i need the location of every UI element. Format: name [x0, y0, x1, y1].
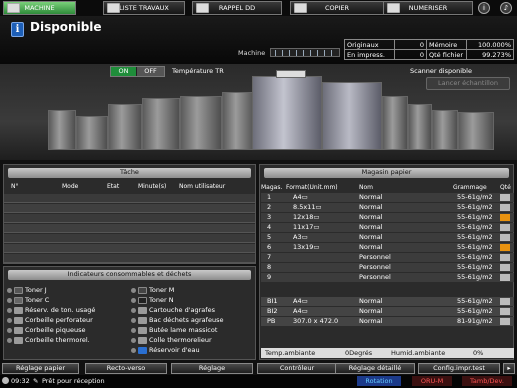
volume-icon[interactable]: ♪ — [500, 2, 512, 14]
job-row[interactable] — [4, 204, 255, 213]
consumable-item[interactable]: Toner M — [131, 286, 174, 295]
low-paper-icon — [500, 244, 510, 251]
consumable-item[interactable]: Réserv. de ton. usagé — [7, 306, 95, 315]
tab-machine[interactable]: MACHINE — [3, 1, 76, 15]
consumable-item[interactable]: Butée lame massicot — [131, 326, 217, 335]
ambient-info: Temp.ambiante 0Degrés Humid.ambiante 0% — [261, 348, 514, 358]
clock-icon — [2, 377, 9, 384]
low-paper-icon — [500, 214, 510, 221]
job-row[interactable] — [4, 194, 255, 203]
paper-level-icon — [500, 318, 510, 325]
tab-copy[interactable]: COPIER — [290, 1, 384, 15]
paper-tray-row[interactable]: 5 A3▭ Normal 55-61g/m2 — [261, 233, 514, 242]
paper-level-icon — [500, 264, 510, 271]
oru-indicator: ORU-M — [412, 376, 452, 386]
consumable-item[interactable]: Colle thermorelieur — [131, 336, 212, 345]
job-row[interactable] — [4, 254, 255, 263]
copy-icon — [294, 3, 307, 13]
paper-tray-row[interactable]: PB 307.0 x 472.0 Normal 81-91g/m2 — [261, 317, 514, 326]
duplex-button[interactable]: Recto-verso — [85, 363, 167, 374]
paper-level-icon — [500, 274, 510, 281]
consumables-panel-title: Indicateurs consommables et déchets — [8, 270, 251, 280]
next-arrow-icon[interactable]: ▸ — [503, 363, 515, 374]
paper-tray-row[interactable]: BI2 A4▭ Normal 55-61g/m2 — [261, 307, 514, 316]
job-row[interactable] — [4, 214, 255, 223]
machine-icon — [7, 3, 20, 13]
consumable-item[interactable]: Corbeille perforateur — [7, 316, 93, 325]
job-row[interactable] — [4, 234, 255, 243]
consumable-item[interactable]: Corbeille thermorel. — [7, 336, 90, 345]
page-title: Disponible — [30, 20, 102, 34]
temperature-label: Température TR — [172, 67, 224, 75]
paper-level-icon — [500, 298, 510, 305]
hdd-icon — [196, 3, 209, 13]
paper-level-icon — [500, 224, 510, 231]
info-icon: i — [11, 22, 24, 37]
consumable-item[interactable]: Toner N — [131, 296, 174, 305]
paper-tray-row[interactable]: 3 12x18▭ Normal 55-61g/m2 — [261, 213, 514, 222]
tamb-indicator: Tamb/Dev. — [462, 376, 512, 386]
paper-tray-row[interactable]: 7 Personnel 55-61g/m2 — [261, 253, 514, 262]
top-tab-bar: MACHINE LISTE TRAVAUX RAPPEL DD COPIER N… — [0, 0, 517, 16]
detailed-setting-button[interactable]: Réglage détaillé — [335, 363, 415, 374]
ready-icon: ✎ — [33, 377, 39, 385]
job-row[interactable] — [4, 224, 255, 233]
job-panel: Tâche N° Mode Etat Minute(s) Nom utilisa… — [3, 164, 256, 264]
paper-tray-row[interactable]: 8 Personnel 55-61g/m2 — [261, 263, 514, 272]
test-print-button[interactable]: Config.impr.test — [418, 363, 500, 374]
job-panel-title: Tâche — [8, 168, 251, 178]
tab-job-list[interactable]: LISTE TRAVAUX — [103, 1, 185, 15]
consumable-item[interactable]: Toner J — [7, 286, 47, 295]
paper-level-icon — [500, 254, 510, 261]
help-icon[interactable]: i — [478, 2, 490, 14]
consumable-item[interactable]: Cartouche d'agrafes — [131, 306, 215, 315]
status-bar: 09:32 ✎ Prêt pour réception Rotation ORU… — [0, 375, 517, 388]
scanner-status: Scanner disponible — [410, 67, 472, 75]
paper-level-icon — [500, 204, 510, 211]
paper-panel-title: Magasin papier — [264, 168, 509, 178]
consumable-item[interactable]: Corbeille piqueuse — [7, 326, 85, 335]
paper-level-icon — [500, 234, 510, 241]
paper-level-icon — [500, 194, 510, 201]
job-list-icon — [107, 3, 120, 13]
power-on-button[interactable]: ON — [111, 67, 136, 76]
consumable-item[interactable]: Réservoir d'eau — [131, 346, 200, 355]
paper-tray-row[interactable]: 9 Personnel 55-61g/m2 — [261, 273, 514, 282]
scan-icon — [387, 3, 400, 13]
machine-progress-bar — [270, 48, 340, 57]
paper-tray-row[interactable]: 2 8.5x11▭ Normal 55-61g/m2 — [261, 203, 514, 212]
rotation-indicator: Rotation — [357, 376, 401, 386]
paper-tray-row[interactable]: BI1 A4▭ Normal 55-61g/m2 — [261, 297, 514, 306]
paper-setting-button[interactable]: Réglage papier — [2, 363, 79, 374]
controller-button[interactable]: Contrôleur — [257, 363, 337, 374]
paper-tray-row[interactable]: 1 A4▭ Normal 55-61g/m2 — [261, 193, 514, 202]
consumable-item[interactable]: Toner C — [7, 296, 49, 305]
sample-button[interactable]: Lancer échantillon — [426, 77, 510, 90]
adjustment-button[interactable]: Réglage — [171, 363, 253, 374]
paper-tray-row[interactable]: 4 11x17▭ Normal 55-61g/m2 — [261, 223, 514, 232]
tab-scan[interactable]: NUMERISER — [383, 1, 473, 15]
job-row[interactable] — [4, 244, 255, 253]
paper-level-icon — [500, 308, 510, 315]
consumable-item[interactable]: Bac déchets agrafeuse — [131, 316, 223, 325]
tab-hdd-recall[interactable]: RAPPEL DD — [192, 1, 282, 15]
paper-tray-row[interactable]: 6 13x19▭ Normal 55-61g/m2 — [261, 243, 514, 252]
power-off-button[interactable]: OFF — [137, 67, 164, 76]
machine-label: Machine — [238, 49, 266, 57]
counter-table: Originaux 0 Mémoire 100.000% En impress.… — [344, 39, 514, 60]
